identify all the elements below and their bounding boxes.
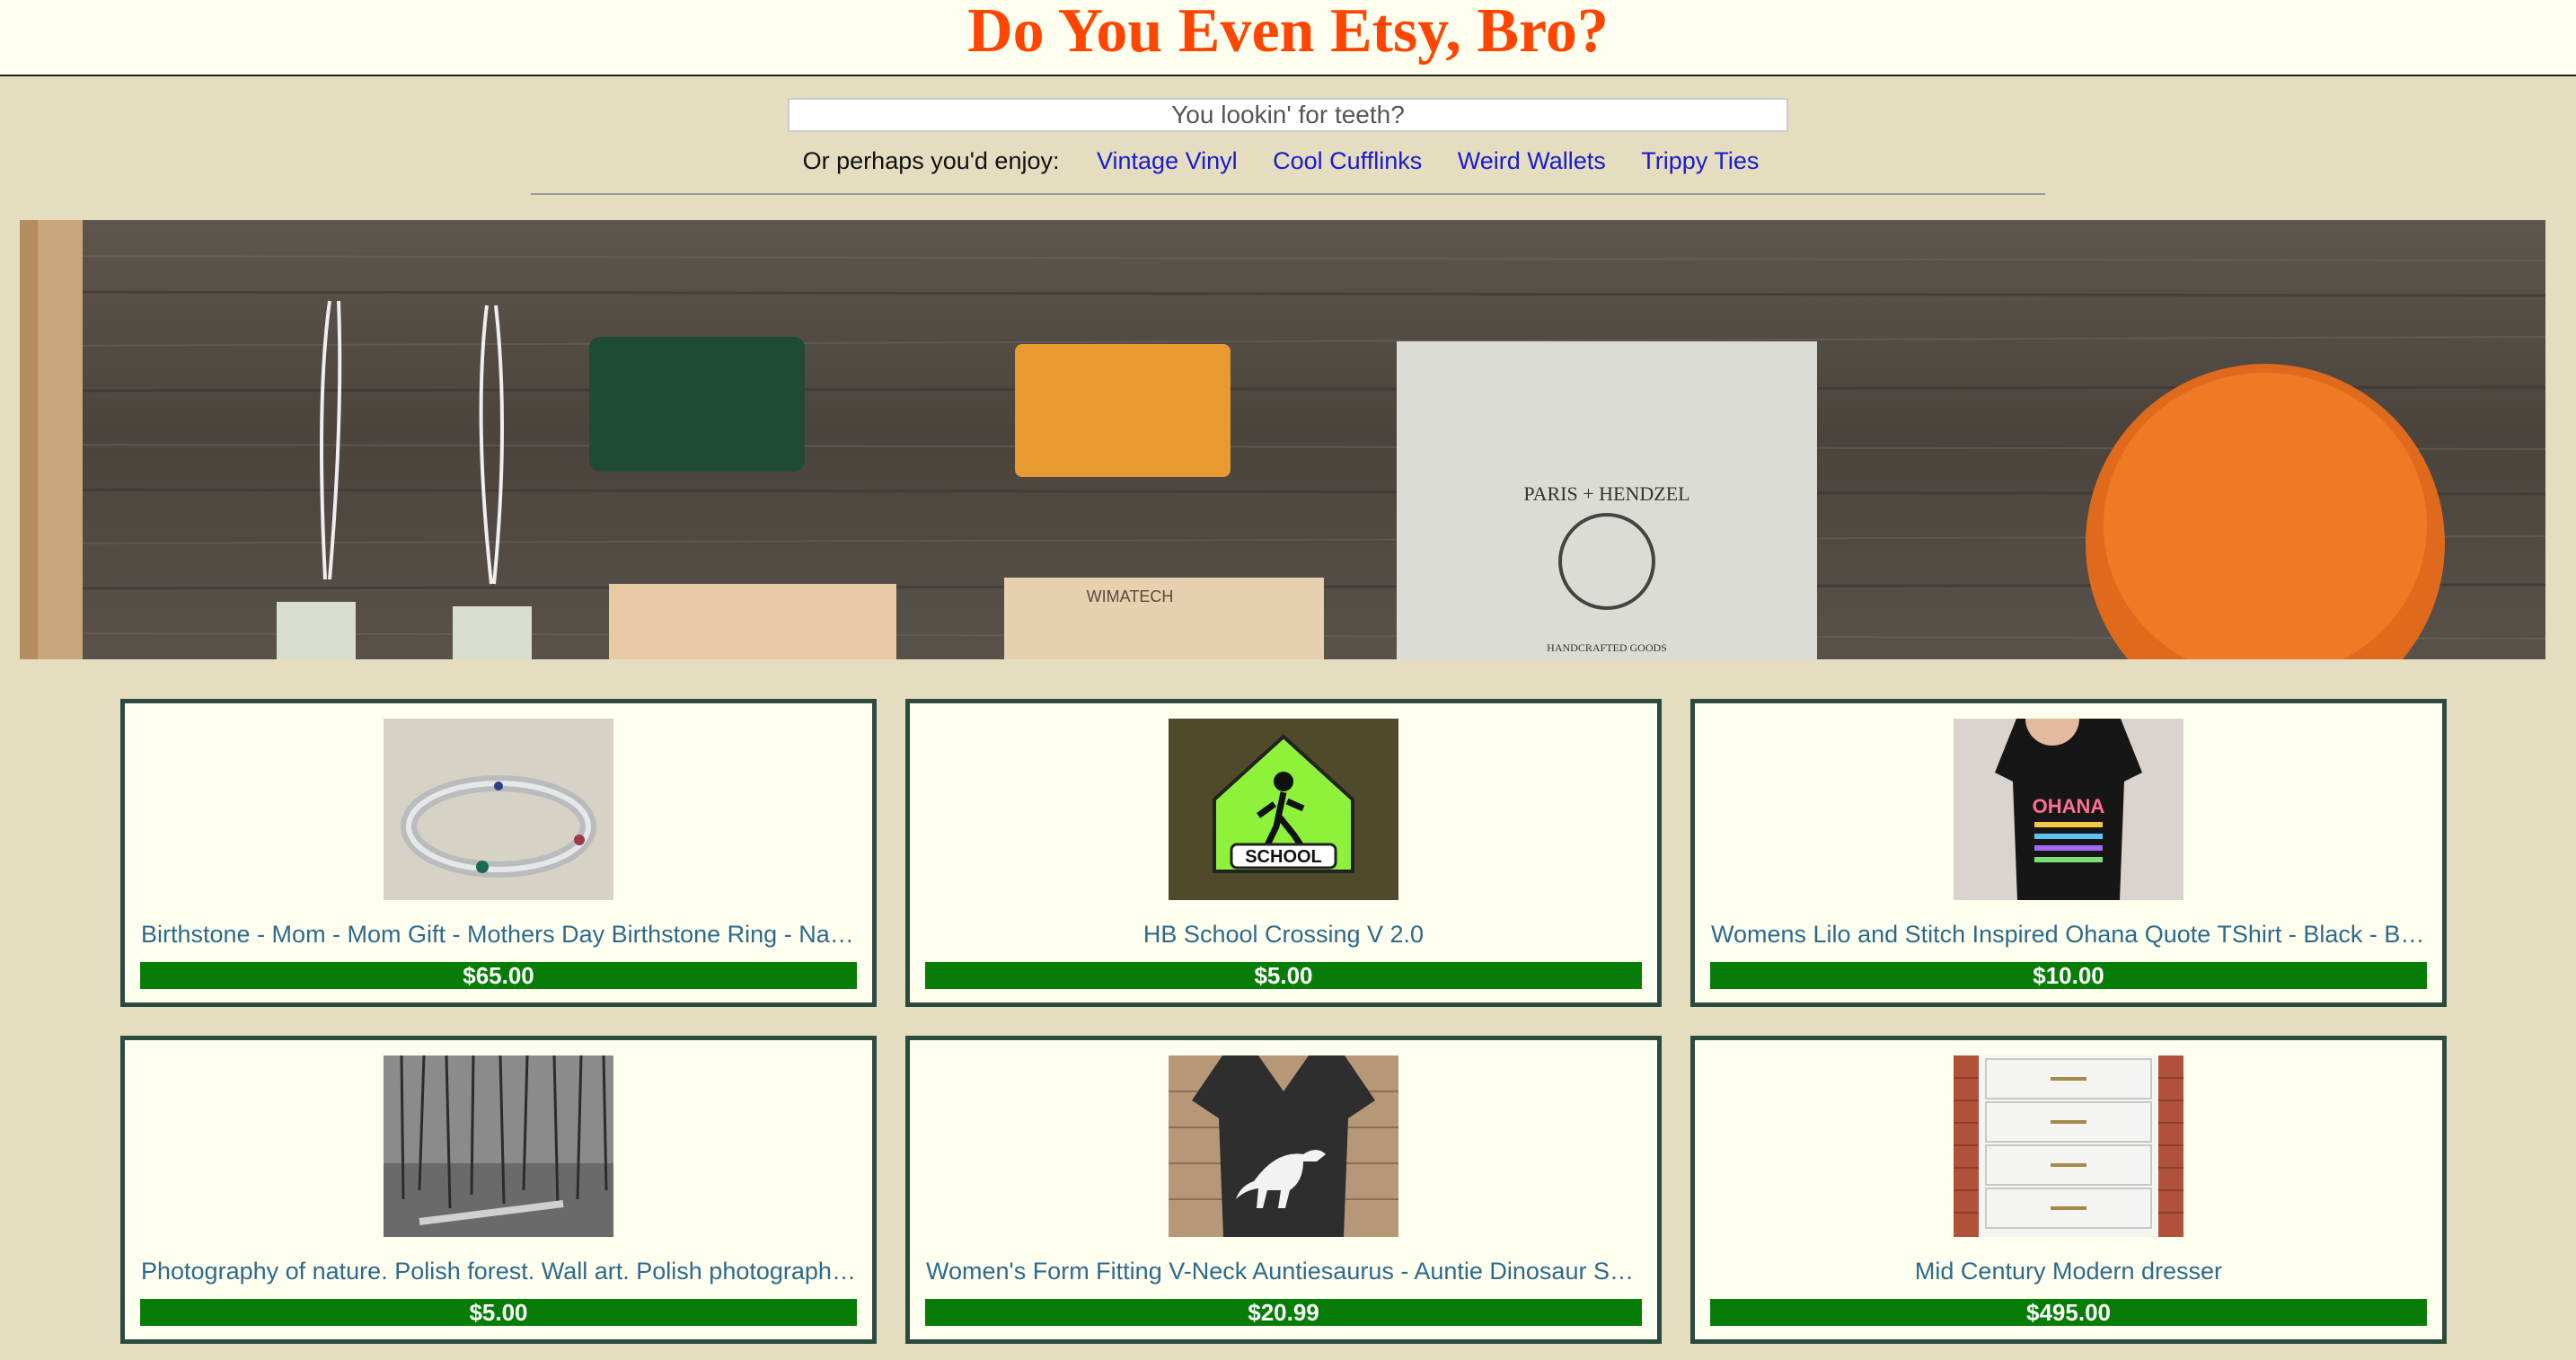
suggestion-link-vintage-vinyl[interactable]: Vintage Vinyl xyxy=(1097,147,1238,174)
product-title[interactable]: Birthstone - Mom - Mom Gift - Mothers Da… xyxy=(141,919,856,949)
price-bar: $20.99 xyxy=(925,1299,1642,1326)
product-card[interactable]: Photography of nature. Polish forest. Wa… xyxy=(120,1036,877,1344)
hero-box-brand-text: PARIS + HENDZEL xyxy=(1523,482,1689,505)
price-bar: $65.00 xyxy=(140,962,857,989)
price-bar: $5.00 xyxy=(140,1299,857,1326)
product-image-dino-shirt[interactable] xyxy=(1169,1055,1398,1237)
product-image-dresser[interactable] xyxy=(1954,1055,2183,1237)
product-card[interactable]: OHANA Womens Lilo and Stitch Inspired Oh… xyxy=(1690,699,2447,1007)
price-bar: $495.00 xyxy=(1710,1299,2427,1326)
product-image-forest-photo[interactable] xyxy=(384,1055,613,1237)
product-image-school-pin[interactable]: SCHOOL xyxy=(1169,719,1398,900)
product-grid: Birthstone - Mom - Mom Gift - Mothers Da… xyxy=(120,699,2447,1344)
suggestion-link-cool-cufflinks[interactable]: Cool Cufflinks xyxy=(1273,147,1422,174)
product-card[interactable]: SCHOOL HB School Crossing V 2.0 $5.00 xyxy=(905,699,1662,1007)
product-card[interactable]: Birthstone - Mom - Mom Gift - Mothers Da… xyxy=(120,699,877,1007)
product-title[interactable]: Womens Lilo and Stitch Inspired Ohana Qu… xyxy=(1711,919,2426,949)
price-bar: $10.00 xyxy=(1710,962,2427,989)
suggestions-row: Or perhaps you'd enjoy: Vintage Vinyl Co… xyxy=(0,143,2576,179)
pin-sign-text: SCHOOL xyxy=(1245,847,1322,867)
shirt-text: OHANA xyxy=(2033,795,2105,817)
search-bar xyxy=(0,98,2576,132)
hero-box-subtext: HANDCRAFTED GOODS xyxy=(1547,641,1667,654)
product-title[interactable]: Photography of nature. Polish forest. Wa… xyxy=(141,1256,856,1286)
site-header: Do You Even Etsy, Bro? xyxy=(0,0,2576,76)
product-image-ohana-shirt[interactable]: OHANA xyxy=(1954,719,2183,900)
product-card[interactable]: Women's Form Fitting V-Neck Auntiesaurus… xyxy=(905,1036,1662,1344)
product-title[interactable]: HB School Crossing V 2.0 xyxy=(926,919,1641,949)
suggestions-label: Or perhaps you'd enjoy: xyxy=(802,147,1060,174)
product-image-ring[interactable] xyxy=(384,719,613,900)
price-bar: $5.00 xyxy=(925,962,1642,989)
product-title[interactable]: Women's Form Fitting V-Neck Auntiesaurus… xyxy=(926,1256,1641,1286)
divider xyxy=(531,193,2045,195)
product-card[interactable]: Mid Century Modern dresser $495.00 xyxy=(1690,1036,2447,1344)
search-input[interactable] xyxy=(788,98,1788,132)
site-title: Do You Even Etsy, Bro? xyxy=(967,0,1609,66)
hero-block-text: WIMATECH xyxy=(1087,587,1174,605)
hero-banner-image: PARIS + HENDZEL HANDCRAFTED GOODS WIMATE… xyxy=(20,220,2545,659)
suggestion-link-trippy-ties[interactable]: Trippy Ties xyxy=(1641,147,1759,174)
suggestion-link-weird-wallets[interactable]: Weird Wallets xyxy=(1458,147,1606,174)
product-title[interactable]: Mid Century Modern dresser xyxy=(1711,1256,2426,1286)
